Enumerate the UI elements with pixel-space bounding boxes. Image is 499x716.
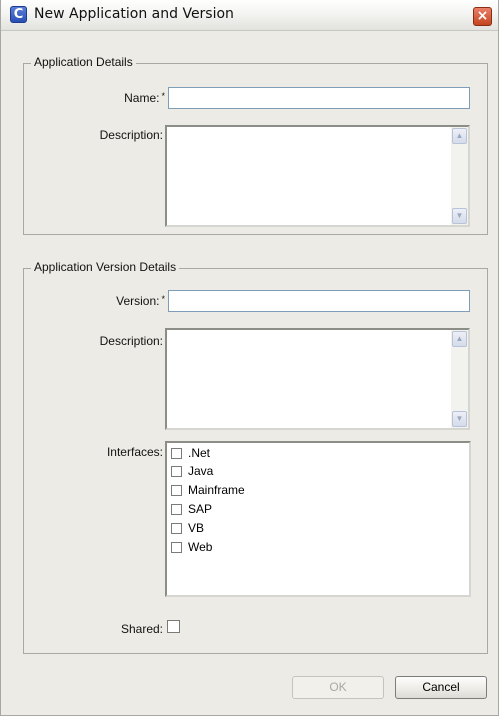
interface-label: .Net xyxy=(188,446,211,460)
scroll-up-icon[interactable]: ▲ xyxy=(452,331,467,347)
version-description-label: Description: xyxy=(99,334,163,348)
scroll-up-icon[interactable]: ▲ xyxy=(452,128,467,144)
checkbox[interactable] xyxy=(171,542,182,553)
interface-label: Mainframe xyxy=(188,483,245,497)
required-marker: * xyxy=(161,294,165,304)
interfaces-list[interactable]: .Net Java Mainframe SAP VB Web xyxy=(165,441,471,597)
version-description-textarea[interactable]: ▲ ▼ xyxy=(165,328,470,430)
checkbox[interactable] xyxy=(171,466,182,477)
app-description-scrollbar[interactable]: ▲ ▼ xyxy=(451,127,468,225)
ok-button[interactable]: OK xyxy=(292,676,384,699)
close-button[interactable]: × xyxy=(473,7,492,26)
interface-label: Java xyxy=(188,464,214,478)
version-input[interactable] xyxy=(168,290,470,312)
title-bar[interactable]: C New Application and Version × xyxy=(1,0,498,31)
required-marker: * xyxy=(161,91,165,101)
shared-checkbox[interactable] xyxy=(167,620,180,633)
scroll-down-icon[interactable]: ▼ xyxy=(452,411,467,427)
interface-label: VB xyxy=(188,521,205,535)
application-version-details-title: Application Version Details xyxy=(31,260,180,274)
version-label: Version: * xyxy=(116,294,165,308)
dialog-window: C New Application and Version × Applicat… xyxy=(0,0,499,716)
scroll-down-icon[interactable]: ▼ xyxy=(452,208,467,224)
checkbox[interactable] xyxy=(171,448,182,459)
name-input[interactable] xyxy=(168,87,470,109)
app-description-textarea[interactable]: ▲ ▼ xyxy=(165,125,470,227)
checkbox[interactable] xyxy=(171,504,182,515)
cancel-button[interactable]: Cancel xyxy=(395,676,487,699)
checkbox[interactable] xyxy=(171,485,182,496)
app-icon: C xyxy=(10,6,27,23)
window-title: New Application and Version xyxy=(34,6,234,22)
interface-label: Web xyxy=(188,540,213,554)
application-details-title: Application Details xyxy=(31,55,136,69)
close-icon: × xyxy=(476,8,489,24)
name-label: Name: * xyxy=(124,91,165,105)
interfaces-label: Interfaces: xyxy=(106,445,163,459)
checkbox[interactable] xyxy=(171,523,182,534)
version-description-scrollbar[interactable]: ▲ ▼ xyxy=(451,330,468,428)
interface-label: SAP xyxy=(188,502,213,516)
app-description-label: Description: xyxy=(99,128,163,142)
shared-label: Shared: xyxy=(120,622,163,636)
